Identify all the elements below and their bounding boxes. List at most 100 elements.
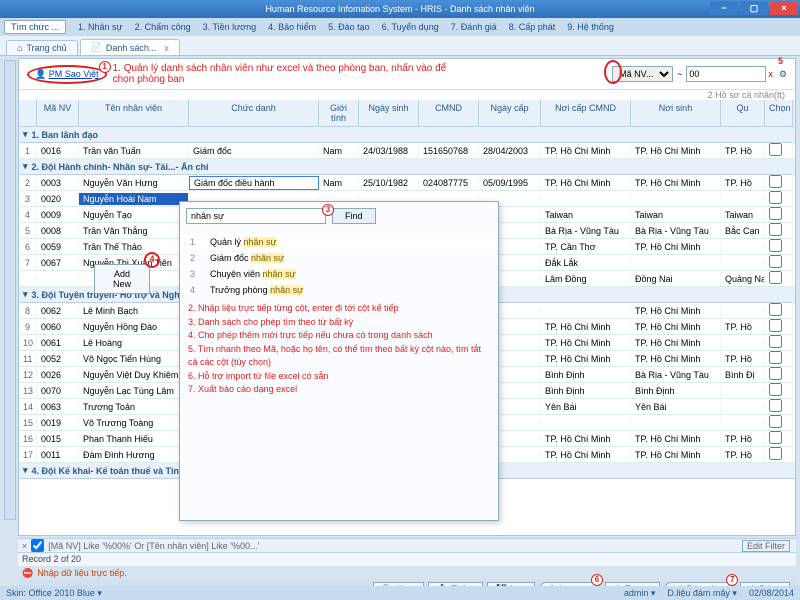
tab-home[interactable]: ⌂Trang chủ xyxy=(6,40,78,55)
lookup-item[interactable]: 4Trưởng phòng nhân sự xyxy=(180,282,498,298)
doc-icon: 📄 xyxy=(91,42,102,53)
maximize-button[interactable]: ▢ xyxy=(740,1,768,15)
annotation-badge-6: 6 xyxy=(591,574,603,586)
table-row[interactable]: 10016Trần văn TuấnGiám đốcNam24/03/19881… xyxy=(19,143,795,159)
menu-item[interactable]: 6. Tuyển dụng xyxy=(382,22,439,32)
col-orig[interactable]: Qu xyxy=(721,100,765,126)
annotation-badge-3: 3 xyxy=(322,204,334,216)
menu-item[interactable]: 1. Nhân sự xyxy=(78,22,123,32)
tab-bar: ⌂Trang chủ 📄Danh sách...x xyxy=(0,36,800,56)
menu-item[interactable]: 8. Cấp phát xyxy=(509,22,556,32)
menu-item[interactable]: 5. Đào tạo xyxy=(328,22,370,32)
col-sex[interactable]: Giới tính xyxy=(319,100,359,126)
chevron-down-icon: ▾ xyxy=(23,289,28,300)
record-position: Record 2 of 20 xyxy=(22,554,81,564)
minimize-button[interactable]: − xyxy=(710,1,738,15)
group-row[interactable]: ▾ 1. Ban lãnh đạo xyxy=(19,127,795,143)
row-checkbox[interactable] xyxy=(769,191,782,204)
lookup-item[interactable]: 2Giám đốc nhân sự xyxy=(180,250,498,266)
group-row[interactable]: ▾ 2. Đội Hành chính- Nhân sự- Tài...- Ấn… xyxy=(19,159,795,175)
department-picker-wrap: 👤 PM Sao Việt 1 xyxy=(27,65,107,84)
annotation-badge-5: 5 xyxy=(778,56,783,66)
profile-count: 2 Hồ sơ cá nhân(tt) xyxy=(19,90,795,100)
chevron-down-icon: ▾ xyxy=(23,161,28,172)
status-date: 02/08/2014 xyxy=(749,588,794,599)
status-db[interactable]: D.liệu đám mây ▾ xyxy=(667,588,737,599)
row-checkbox[interactable] xyxy=(769,223,782,236)
row-checkbox[interactable] xyxy=(769,143,782,156)
lookup-item[interactable]: 3Chuyên viên nhân sự xyxy=(180,266,498,282)
tab-close-icon[interactable]: x xyxy=(164,43,169,53)
col-cmnd[interactable]: CMND xyxy=(419,100,479,126)
grid-header: Mã NV Tên nhân viên Chức danh Giới tính … xyxy=(19,100,795,127)
menu-item[interactable]: 4. Bảo hiểm xyxy=(268,22,316,32)
stop-icon: ⛔ xyxy=(22,568,33,579)
row-checkbox[interactable] xyxy=(769,175,782,188)
col-dob[interactable]: Ngày sinh xyxy=(359,100,419,126)
col-id[interactable]: Mã NV xyxy=(37,100,79,126)
filter-bar: × [Mã NV] Like '%00%' Or [Tên nhân viên]… xyxy=(18,538,796,552)
chevron-down-icon: ▾ xyxy=(23,129,28,140)
row-checkbox[interactable] xyxy=(769,303,782,316)
clear-search-icon[interactable]: x xyxy=(768,69,773,79)
col-place[interactable]: Nơi cấp CMND xyxy=(541,100,631,126)
record-navigator: Record 2 of 20 xyxy=(18,552,796,566)
annotation-badge-7: 7 xyxy=(726,574,738,586)
window-controls: − ▢ × xyxy=(710,1,798,15)
add-new-button[interactable]: Add New xyxy=(94,264,150,294)
hint-text: Nhập dữ liệu trực tiếp. xyxy=(37,568,127,578)
menu-item[interactable]: 7. Đánh giá xyxy=(451,22,497,32)
menu-item[interactable]: 9. Hệ thống xyxy=(567,22,614,32)
edit-filter-button[interactable]: Edit Filter xyxy=(742,540,790,552)
lookup-popup: 3 Find 1Quản lý nhân sự2Giám đốc nhân sự… xyxy=(179,201,499,521)
home-icon: ⌂ xyxy=(17,43,22,53)
status-user[interactable]: admin ▾ xyxy=(624,588,656,599)
tab-employees[interactable]: 📄Danh sách...x xyxy=(80,39,180,55)
row-checkbox[interactable] xyxy=(769,255,782,268)
lookup-item[interactable]: 1Quản lý nhân sự xyxy=(180,234,498,250)
annotation-circle-1: 👤 PM Sao Việt 1 xyxy=(27,65,107,84)
main-panel: 👤 PM Sao Việt 1 1. Quản lý danh sách nhâ… xyxy=(18,58,796,536)
col-name[interactable]: Tên nhân viên xyxy=(79,100,189,126)
annotation-badge: 1 xyxy=(99,61,111,73)
find-button[interactable]: Find xyxy=(332,208,376,224)
window-title: Human Resource Infomation System - HRIS … xyxy=(265,4,534,14)
row-checkbox[interactable] xyxy=(769,415,782,428)
table-row[interactable]: 20003Nguyễn Văn HưngGiám đốc điều hànhNa… xyxy=(19,175,795,191)
row-checkbox[interactable] xyxy=(769,207,782,220)
filter-close-icon[interactable]: × xyxy=(22,541,27,551)
col-issue[interactable]: Ngày cấp xyxy=(479,100,541,126)
chevron-down-icon: ▾ xyxy=(23,465,28,476)
row-checkbox[interactable] xyxy=(769,447,782,460)
department-link[interactable]: PM Sao Việt xyxy=(49,69,99,79)
filter-text: [Mã NV] Like '%00%' Or [Tên nhân viên] L… xyxy=(48,541,259,551)
row-checkbox[interactable] xyxy=(769,383,782,396)
skin-selector[interactable]: Skin: Office 2010 Blue ▾ xyxy=(6,588,102,599)
close-button[interactable]: × xyxy=(770,1,798,15)
col-select[interactable]: Chọn xyxy=(765,100,793,126)
search-op: ~ xyxy=(675,69,684,79)
filter-checkbox[interactable] xyxy=(31,539,44,552)
folder-icon: 👤 xyxy=(35,69,46,79)
lookup-search-input[interactable] xyxy=(186,208,326,224)
row-checkbox[interactable] xyxy=(769,239,782,252)
settings-icon[interactable]: ⚙ xyxy=(779,69,787,80)
annotation-badge-4: 4 xyxy=(144,252,160,268)
status-bar: Skin: Office 2010 Blue ▾ admin ▾ D.liệu … xyxy=(0,586,800,600)
row-checkbox[interactable] xyxy=(769,399,782,412)
lookup-results: 1Quản lý nhân sự2Giám đốc nhân sự3Chuyên… xyxy=(180,230,498,302)
search-value-input[interactable] xyxy=(686,66,766,82)
col-birth[interactable]: Nơi sinh xyxy=(631,100,721,126)
search-command[interactable]: Tìm chức ... xyxy=(4,20,66,34)
collapsed-nav[interactable] xyxy=(4,60,16,520)
row-checkbox[interactable] xyxy=(769,271,782,284)
title-bar: Human Resource Infomation System - HRIS … xyxy=(0,0,800,18)
row-checkbox[interactable] xyxy=(769,319,782,332)
row-checkbox[interactable] xyxy=(769,431,782,444)
row-checkbox[interactable] xyxy=(769,351,782,364)
menu-item[interactable]: 2. Chấm công xyxy=(135,22,191,32)
row-checkbox[interactable] xyxy=(769,367,782,380)
menu-item[interactable]: 3. Tiền lương xyxy=(203,22,256,32)
col-title[interactable]: Chức danh xyxy=(189,100,319,126)
row-checkbox[interactable] xyxy=(769,335,782,348)
